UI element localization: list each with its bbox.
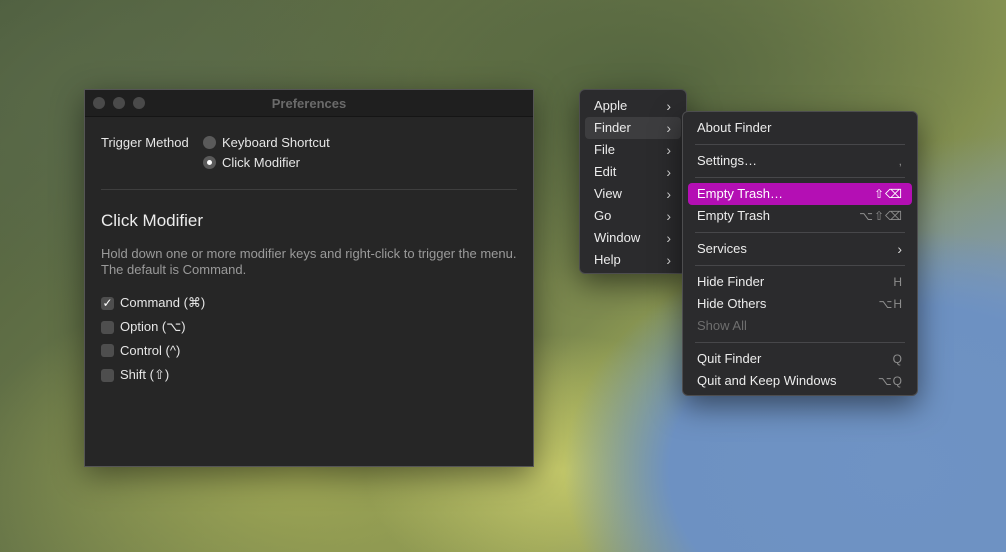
preferences-window: Preferences Trigger Method Keyboard Shor… [84,89,534,467]
radio-click-modifier[interactable]: Click Modifier [203,155,300,170]
menu-item-go[interactable]: Go › [585,205,681,227]
menu-item-show-all[interactable]: Show All [688,315,912,337]
menu-item-label: Apple [594,98,628,113]
menu-item-empty-trash[interactable]: Empty Trash ⌥⇧⌫ [688,205,912,227]
finder-submenu: About Finder Settings… , Empty Trash… ⇧⌫… [682,111,918,396]
checkbox-empty-icon[interactable] [101,368,114,382]
checkbox-empty-icon[interactable] [101,344,114,357]
menu-item-hide-finder[interactable]: Hide Finder H [688,271,912,293]
checkbox-label: Shift (⇧) [120,367,170,382]
menu-separator [695,177,905,178]
menu-item-quit-finder[interactable]: Quit Finder Q [688,348,912,370]
menu-item-label: Settings… [697,153,757,168]
chevron-right-icon: › [666,164,671,180]
checkbox-control[interactable]: Control (^) [101,343,180,358]
menu-item-edit[interactable]: Edit › [585,161,681,183]
shortcut-label: H [893,275,903,289]
checkbox-shift[interactable]: Shift (⇧) [101,367,169,383]
chevron-right-icon: › [666,120,671,136]
divider [101,189,517,190]
menu-item-label: Services [697,241,747,256]
menu-separator [695,232,905,233]
menu-item-label: Finder [594,120,631,135]
menu-item-label: File [594,142,615,157]
checkbox-option[interactable]: Option (⌥) [101,319,186,335]
menu-item-label: Hide Finder [697,274,765,289]
menu-item-label: Go [594,208,612,223]
chevron-right-icon: › [666,142,671,158]
menu-item-finder[interactable]: Finder › [585,117,681,139]
shortcut-label: Q [892,352,903,366]
menu-item-file[interactable]: File › [585,139,681,161]
menu-item-label: About Finder [697,120,772,135]
section-title: Click Modifier [101,211,204,230]
menu-item-label: View [594,186,622,201]
menu-item-view[interactable]: View › [585,183,681,205]
checkbox-empty-icon[interactable] [101,320,114,334]
chevron-right-icon: › [897,241,902,257]
menu-item-quit-keep-windows[interactable]: Quit and Keep Windows ⌥Q [688,370,912,392]
chevron-right-icon: › [666,252,671,268]
chevron-right-icon: › [666,186,671,202]
menu-item-label: Help [594,252,621,267]
shortcut-label: , [898,154,903,168]
checkbox-label: Command (⌘) [120,295,206,310]
menu-item-label: Edit [594,164,617,179]
radio-label: Click Modifier [222,155,301,170]
menu-item-about-finder[interactable]: About Finder [688,117,912,139]
menu-separator [695,144,905,145]
menu-item-label: Quit Finder [697,351,762,366]
menu-item-hide-others[interactable]: Hide Others ⌥H [688,293,912,315]
menu-separator [695,342,905,343]
checkbox-label: Option (⌥) [120,319,186,334]
menu-item-services[interactable]: Services › [688,238,912,260]
menu-separator [695,265,905,266]
chevron-right-icon: › [666,98,671,114]
menu-item-label: Show All [697,318,747,333]
window-titlebar[interactable]: Preferences [85,90,533,117]
shortcut-label: ⇧⌫ [873,187,903,201]
radio-selected-icon[interactable] [203,156,216,169]
menu-item-label: Empty Trash [697,208,770,223]
chevron-right-icon: › [666,230,671,246]
shortcut-label: ⌥⇧⌫ [859,209,903,223]
menu-item-window[interactable]: Window › [585,227,681,249]
checkmark-icon[interactable]: ✓ [101,296,114,310]
radio-label: Keyboard Shortcut [222,135,330,150]
checkbox-command[interactable]: ✓ Command (⌘) [101,295,205,311]
chevron-right-icon: › [666,208,671,224]
shortcut-label: ⌥Q [877,374,903,388]
trigger-method-label: Trigger Method [101,135,189,150]
menu-item-empty-trash-dialog[interactable]: Empty Trash… ⇧⌫ [688,183,912,205]
menu-item-label: Window [594,230,641,245]
radio-icon[interactable] [203,136,216,149]
window-title: Preferences [271,96,347,111]
main-menu: Apple › Finder › File › Edit › View › Go… [579,89,687,274]
menu-item-label: Quit and Keep Windows [697,373,837,388]
menu-item-help[interactable]: Help › [585,249,681,271]
checkbox-label: Control (^) [120,343,181,358]
section-description: Hold down one or more modifier keys and … [101,246,517,277]
menu-item-apple[interactable]: Apple › [585,95,681,117]
radio-keyboard-shortcut[interactable]: Keyboard Shortcut [203,135,330,150]
shortcut-label: ⌥H [878,297,903,311]
menu-item-settings[interactable]: Settings… , [688,150,912,172]
menu-item-label: Empty Trash… [697,186,783,201]
menu-item-label: Hide Others [697,296,767,311]
